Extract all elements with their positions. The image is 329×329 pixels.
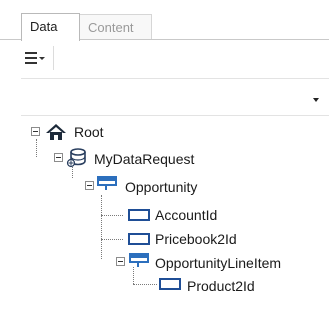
field-icon (128, 233, 150, 245)
dropdown-arrow-icon[interactable] (313, 98, 319, 102)
hamburger-menu-icon[interactable] (25, 48, 47, 68)
home-icon (45, 123, 67, 141)
chevron-down-icon (39, 57, 45, 60)
collapse-toggle-opportunity[interactable] (85, 181, 94, 190)
tree-connector (101, 215, 123, 216)
tree-connector (101, 239, 123, 240)
tree-connector (133, 267, 134, 284)
object-icon (129, 253, 149, 267)
tree-label-product2id[interactable]: Product2Id (187, 278, 255, 294)
tree-connector (133, 284, 157, 285)
tree-connector (36, 139, 37, 157)
tree-connector (101, 195, 102, 259)
collapse-toggle-root[interactable] (31, 127, 40, 136)
data-source-dropdown[interactable] (21, 78, 329, 116)
tab-content[interactable]: Content (80, 14, 152, 40)
tree-label-root[interactable]: Root (74, 124, 104, 140)
tab-data[interactable]: Data (21, 13, 80, 41)
tree-label-mydatarequest[interactable]: MyDataRequest (94, 151, 194, 167)
collapse-toggle-mydatarequest[interactable] (54, 153, 63, 162)
data-panel: Data Content Root MyDataRequest Opportun… (0, 0, 329, 329)
toolbar (21, 40, 329, 76)
field-icon (128, 209, 150, 221)
tab-strip: Data Content (0, 0, 329, 41)
toolbar-divider (53, 46, 54, 70)
object-icon (97, 176, 117, 190)
data-request-icon (66, 146, 88, 168)
tree-label-pricebook2id[interactable]: Pricebook2Id (155, 231, 237, 247)
data-tree: Root MyDataRequest Opportunity AccountId… (21, 118, 329, 329)
tree-label-accountid[interactable]: AccountId (155, 207, 217, 223)
collapse-toggle-opportunitylineitem[interactable] (116, 257, 125, 266)
field-icon (159, 278, 181, 290)
tree-label-opportunity[interactable]: Opportunity (125, 179, 197, 195)
tree-label-opportunitylineitem[interactable]: OpportunityLineItem (155, 255, 281, 271)
